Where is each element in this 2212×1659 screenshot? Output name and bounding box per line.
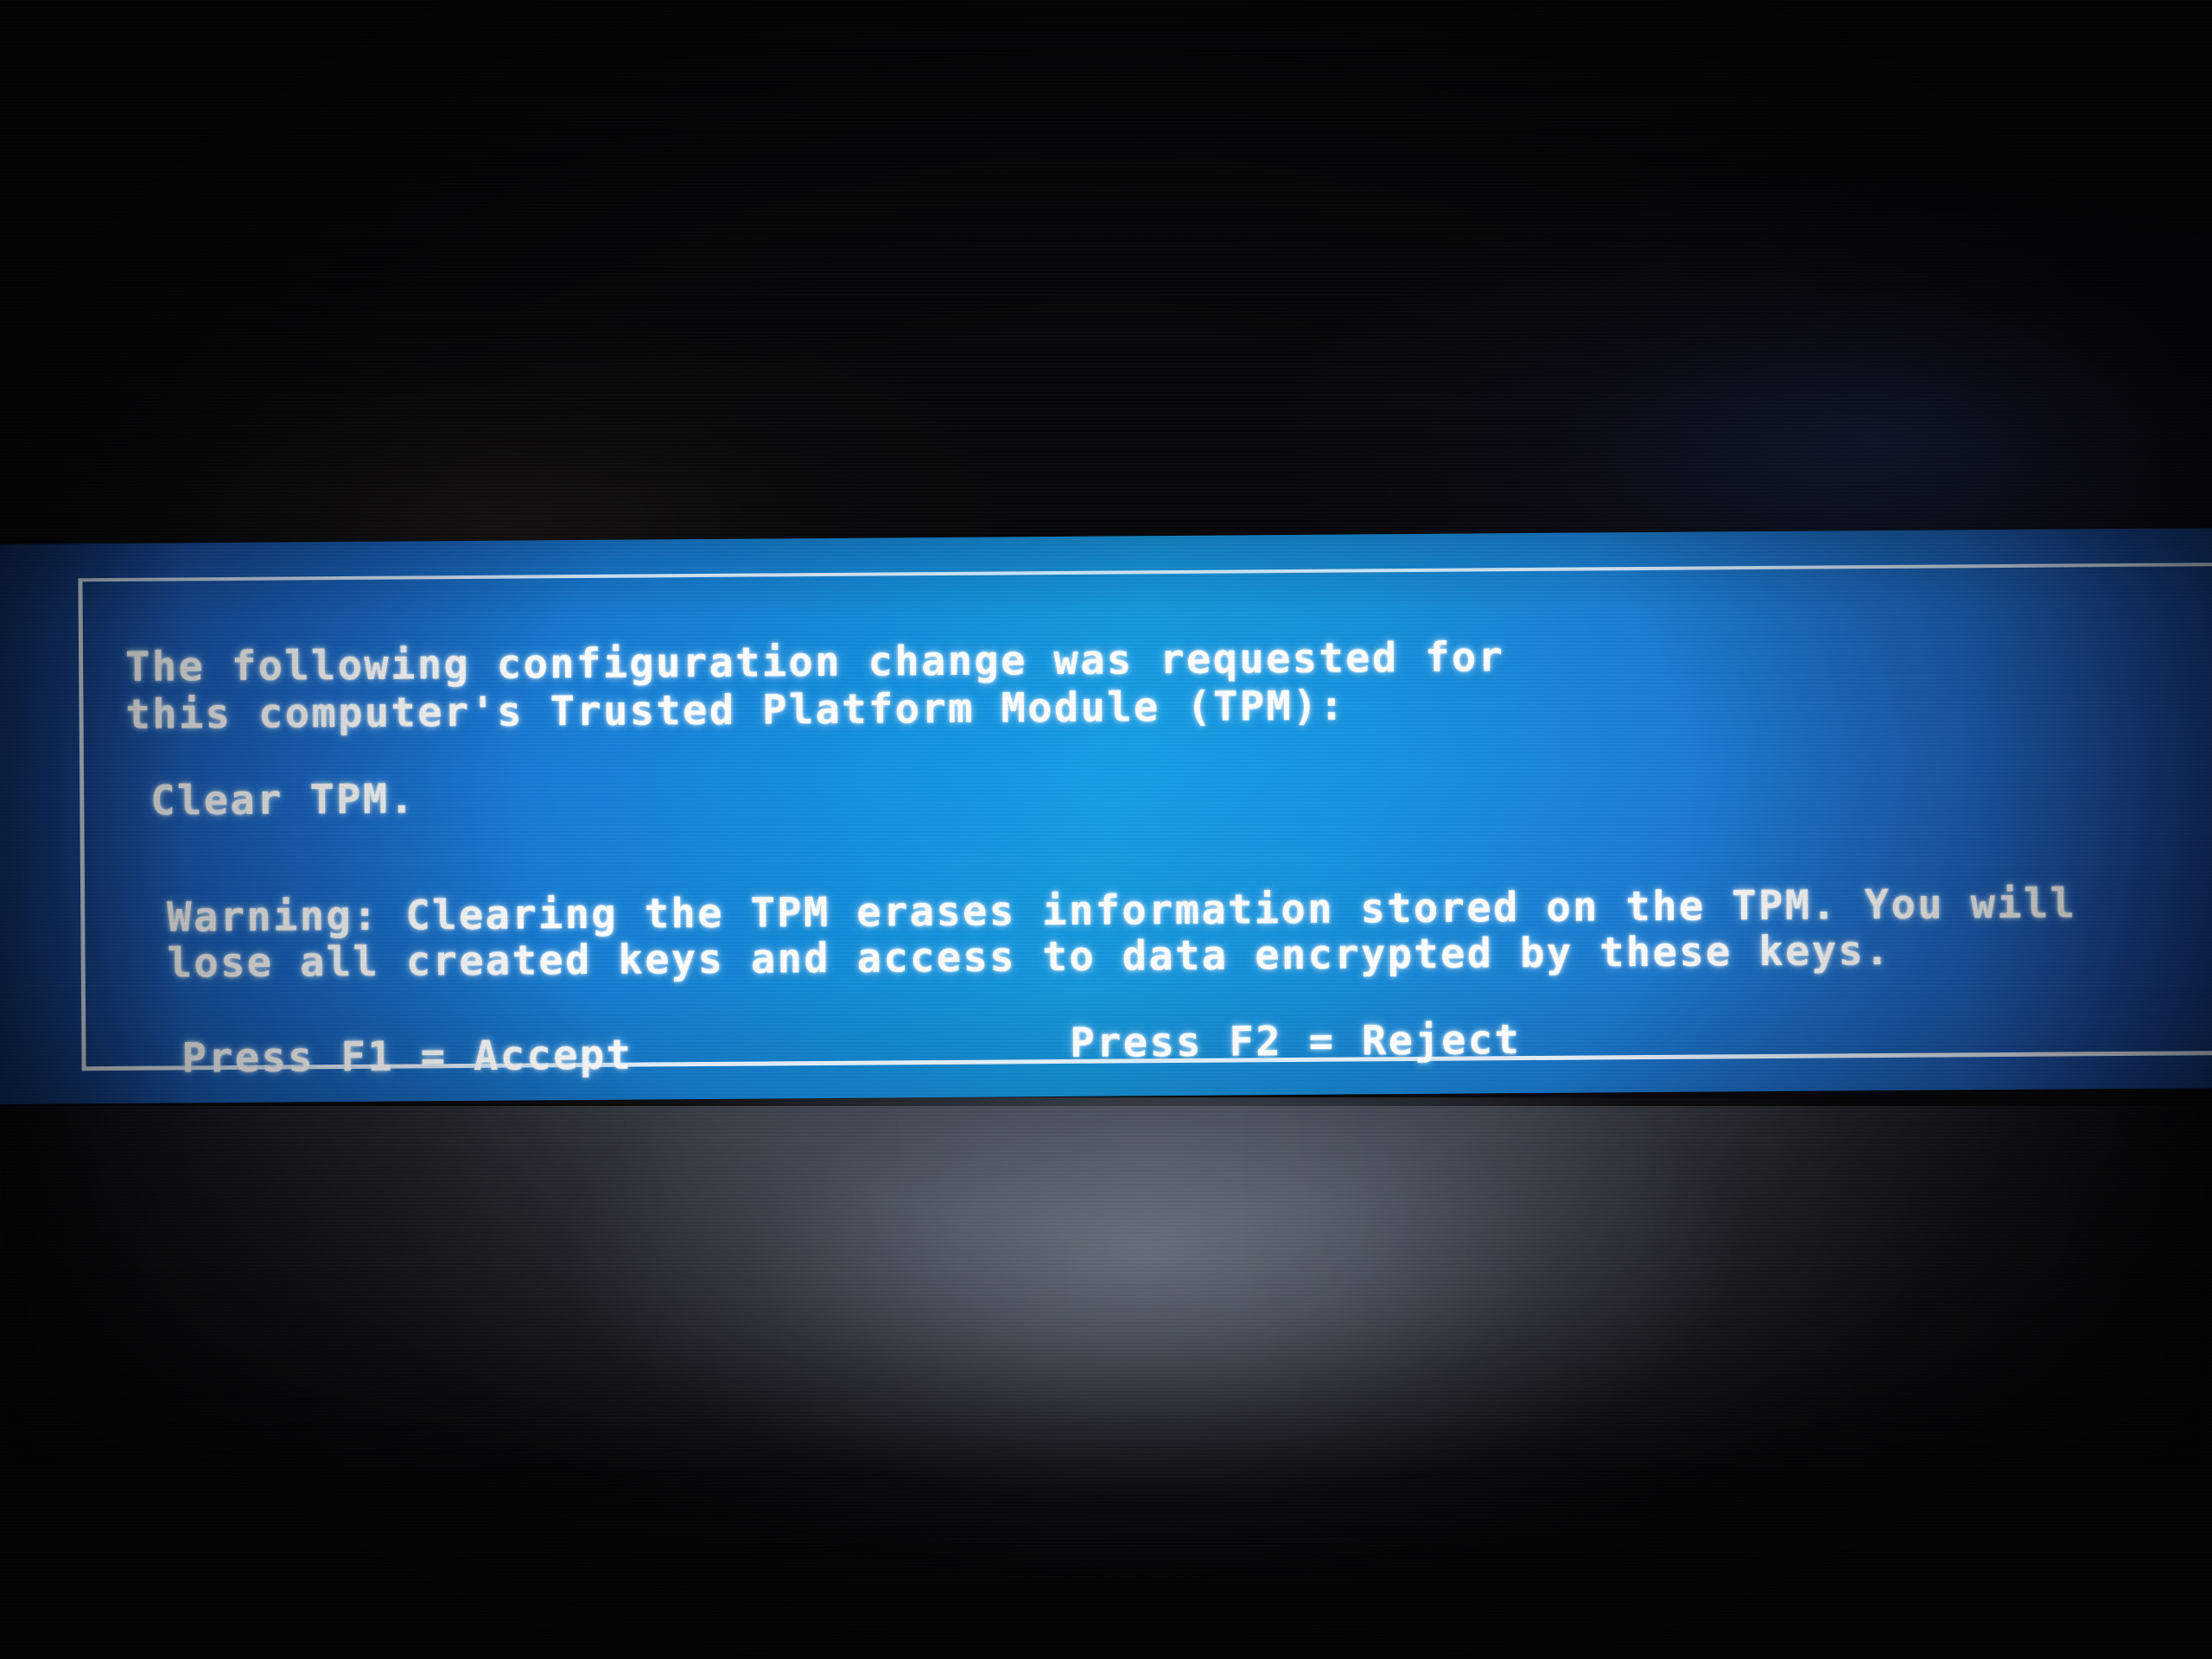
warning-line-2: lose all created keys and access to data… — [167, 926, 1892, 988]
reject-prompt-f2[interactable]: Press F2 = Reject — [1070, 1016, 1521, 1067]
background-lower-panel — [0, 1106, 2212, 1469]
message-line-2: this computer's Trusted Platform Module … — [125, 682, 1346, 739]
tpm-configuration-dialog: The following configuration change was r… — [0, 512, 2212, 1116]
monitor-photo-screen: The following configuration change was r… — [0, 0, 2212, 1659]
message-line-1: The following configuration change was r… — [124, 633, 1505, 691]
dialog-background: The following configuration change was r… — [0, 528, 2212, 1104]
accept-prompt-f1[interactable]: Press F1 = Accept — [181, 1032, 632, 1083]
requested-change-text: Clear TPM. — [150, 775, 416, 825]
dialog-text-layer: The following configuration change was r… — [0, 528, 2212, 1104]
